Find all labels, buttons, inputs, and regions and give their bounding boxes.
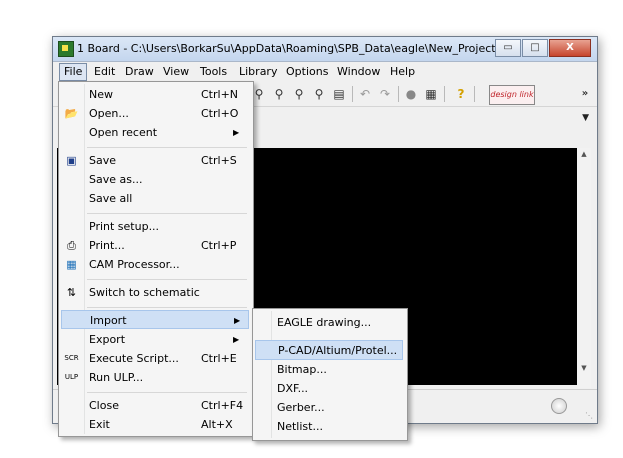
file-menu-dropdown: New Ctrl+N 📂 Open... Ctrl+O Open recent … <box>58 81 254 437</box>
menu-item-open-recent[interactable]: Open recent ▶ <box>61 123 249 142</box>
menu-item-new[interactable]: New Ctrl+N <box>61 85 249 104</box>
menu-help[interactable]: Help <box>386 64 419 80</box>
go-icon[interactable]: ▦ <box>423 86 439 102</box>
title-bar[interactable]: 1 Board - C:\Users\BorkarSu\AppData\Roam… <box>53 37 597 62</box>
submenu-arrow-icon: ▶ <box>234 316 241 325</box>
menu-view[interactable]: View <box>159 64 193 80</box>
redo-icon[interactable]: ↷ <box>377 86 393 102</box>
menu-file[interactable]: File <box>59 63 88 81</box>
menu-item-close[interactable]: Close Ctrl+F4 <box>61 396 249 415</box>
eagle-app-icon <box>58 41 74 57</box>
zoom-select-icon[interactable]: ⚲ <box>311 86 327 102</box>
menu-item-save-as[interactable]: Save as... <box>61 170 249 189</box>
import-gerber[interactable]: Gerber... <box>255 398 403 418</box>
scroll-up-icon[interactable]: ▲ <box>577 150 591 158</box>
zoom-in-icon[interactable]: ⚲ <box>271 86 287 102</box>
menu-edit[interactable]: Edit <box>90 64 119 80</box>
import-eagle-drawing[interactable]: EAGLE drawing... <box>255 313 403 333</box>
menu-tools[interactable]: Tools <box>196 64 231 80</box>
import-bitmap[interactable]: Bitmap... <box>255 360 403 380</box>
menu-draw[interactable]: Draw <box>121 64 158 80</box>
stop-icon[interactable]: ● <box>403 86 419 102</box>
menu-item-switch-to-schematic[interactable]: ⇅ Switch to schematic <box>61 283 249 302</box>
menu-item-import[interactable]: Import ▶ <box>61 310 249 329</box>
menu-bar: File Edit Draw View Tools Library Option… <box>53 63 597 81</box>
import-submenu: EAGLE drawing... P-CAD/Altium/Protel... … <box>252 308 408 441</box>
design-link-button[interactable]: design link <box>489 85 535 105</box>
cam-processor-icon: ▦ <box>66 258 77 271</box>
script-icon: SCR <box>64 354 79 362</box>
import-pcad-altium-protel[interactable]: P-CAD/Altium/Protel... <box>255 340 403 360</box>
undo-icon[interactable]: ↶ <box>357 86 373 102</box>
menu-item-execute-script[interactable]: SCR Execute Script... Ctrl+E <box>61 349 249 368</box>
menu-library[interactable]: Library <box>235 64 281 80</box>
status-indicator-icon[interactable] <box>551 398 567 414</box>
close-button[interactable]: X <box>549 39 591 57</box>
window-title: 1 Board - C:\Users\BorkarSu\AppData\Roam… <box>77 42 515 55</box>
menu-item-export[interactable]: Export ▶ <box>61 330 249 349</box>
menu-item-save[interactable]: ▣ Save Ctrl+S <box>61 151 249 170</box>
menu-window[interactable]: Window <box>333 64 384 80</box>
menu-item-save-all[interactable]: Save all <box>61 189 249 208</box>
switch-schematic-icon: ⇅ <box>66 286 77 299</box>
menu-item-exit[interactable]: Exit Alt+X <box>61 415 249 434</box>
floppy-disk-icon: ▣ <box>66 154 77 167</box>
submenu-arrow-icon: ▶ <box>233 128 240 137</box>
redraw-icon[interactable]: ▤ <box>331 86 347 102</box>
menu-item-print[interactable]: ⎙ Print... Ctrl+P <box>61 236 249 255</box>
toolbar-overflow-icon[interactable]: » <box>577 86 593 102</box>
help-icon[interactable]: ? <box>453 86 469 102</box>
zoom-out-icon[interactable]: ⚲ <box>291 86 307 102</box>
printer-icon: ⎙ <box>67 239 76 252</box>
vertical-scrollbar[interactable]: ▲ ▼ <box>577 148 591 388</box>
submenu-arrow-icon: ▶ <box>233 335 240 344</box>
menu-item-open[interactable]: 📂 Open... Ctrl+O <box>61 104 249 123</box>
minimize-button[interactable]: ▭ <box>495 39 521 57</box>
resize-grip-icon[interactable]: ⋱ <box>585 411 593 420</box>
scroll-down-icon[interactable]: ▼ <box>577 364 591 372</box>
open-folder-icon: 📂 <box>64 107 79 120</box>
maximize-button[interactable]: □ <box>522 39 548 57</box>
menu-item-run-ulp[interactable]: ULP Run ULP... <box>61 368 249 387</box>
dropdown-arrow-icon[interactable]: ▼ <box>582 113 589 123</box>
menu-item-print-setup[interactable]: Print setup... <box>61 217 249 236</box>
menu-options[interactable]: Options <box>282 64 332 80</box>
menu-item-cam-processor[interactable]: ▦ CAM Processor... <box>61 255 249 274</box>
import-netlist[interactable]: Netlist... <box>255 417 403 437</box>
ulp-icon: ULP <box>64 373 79 381</box>
import-dxf[interactable]: DXF... <box>255 379 403 399</box>
